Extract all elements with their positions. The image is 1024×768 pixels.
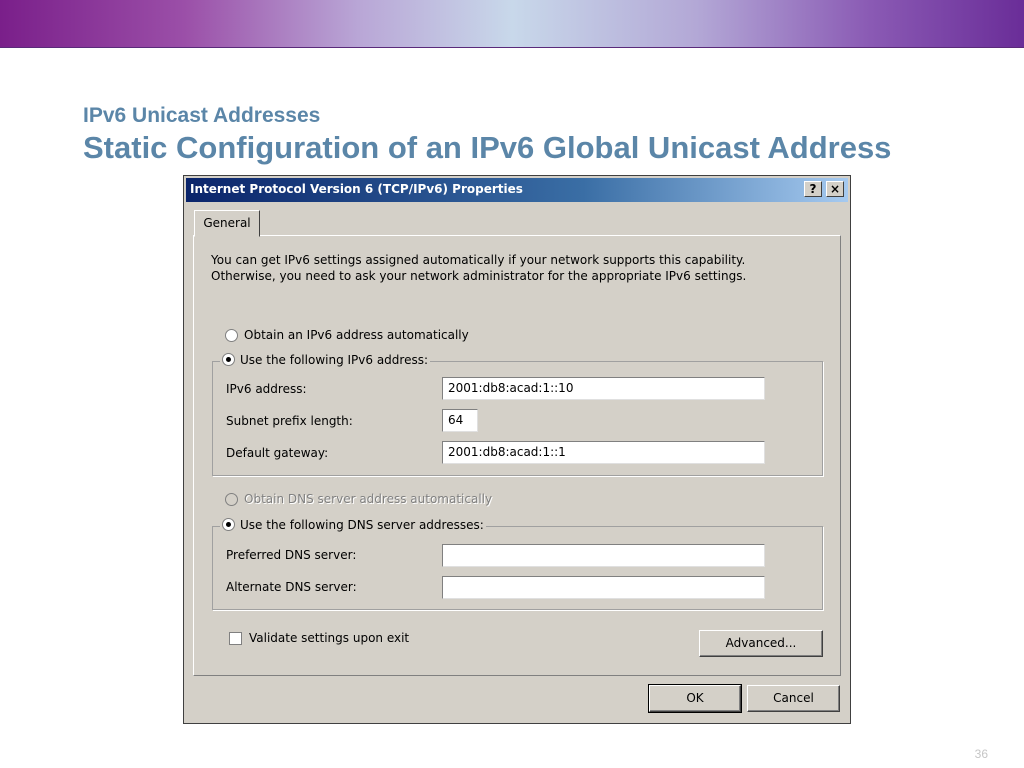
use-dns-radio[interactable] [222, 518, 235, 531]
tab-general[interactable]: General [194, 210, 260, 237]
top-banner [0, 0, 1024, 48]
ipv6-address-label: IPv6 address: [226, 382, 307, 396]
subnet-prefix-label: Subnet prefix length: [226, 414, 353, 428]
description-line-1: You can get IPv6 settings assigned autom… [211, 253, 746, 267]
obtain-ipv6-auto-label[interactable]: Obtain an IPv6 address automatically [244, 328, 469, 342]
use-ipv6-legend: Use the following IPv6 address: [220, 353, 431, 367]
cancel-button[interactable]: Cancel [747, 685, 840, 712]
dialog-titlebar[interactable]: Internet Protocol Version 6 (TCP/IPv6) P… [186, 178, 848, 202]
alternate-dns-field[interactable] [442, 576, 765, 599]
validate-checkbox[interactable] [229, 632, 242, 645]
default-gateway-label: Default gateway: [226, 446, 329, 460]
alternate-dns-label: Alternate DNS server: [226, 580, 357, 594]
page-number: 36 [974, 747, 988, 761]
ok-button[interactable]: OK [648, 684, 742, 713]
use-dns-label[interactable]: Use the following DNS server addresses: [240, 518, 484, 532]
validate-label[interactable]: Validate settings upon exit [249, 631, 409, 645]
subnet-prefix-field[interactable]: 64 [442, 409, 478, 432]
obtain-dns-auto-radio [225, 493, 238, 506]
use-dns-legend: Use the following DNS server addresses: [220, 518, 486, 532]
use-ipv6-radio[interactable] [222, 353, 235, 366]
description-line-2: Otherwise, you need to ask your network … [211, 269, 747, 283]
slide-title: Static Configuration of an IPv6 Global U… [83, 130, 892, 165]
ipv6-properties-dialog: Internet Protocol Version 6 (TCP/IPv6) P… [183, 175, 851, 724]
ipv6-address-field[interactable]: 2001:db8:acad:1::10 [442, 377, 765, 400]
preferred-dns-field[interactable] [442, 544, 765, 567]
dialog-title: Internet Protocol Version 6 (TCP/IPv6) P… [190, 182, 523, 196]
preferred-dns-label: Preferred DNS server: [226, 548, 357, 562]
help-button[interactable]: ? [804, 181, 822, 197]
slide-subtitle: IPv6 Unicast Addresses [83, 104, 321, 127]
description-text: You can get IPv6 settings assigned autom… [211, 252, 746, 284]
obtain-ipv6-auto-radio[interactable] [225, 329, 238, 342]
obtain-dns-auto-label: Obtain DNS server address automatically [244, 492, 493, 506]
advanced-button[interactable]: Advanced... [699, 630, 823, 657]
use-ipv6-label[interactable]: Use the following IPv6 address: [240, 353, 428, 367]
close-button[interactable]: × [826, 181, 844, 197]
default-gateway-field[interactable]: 2001:db8:acad:1::1 [442, 441, 765, 464]
